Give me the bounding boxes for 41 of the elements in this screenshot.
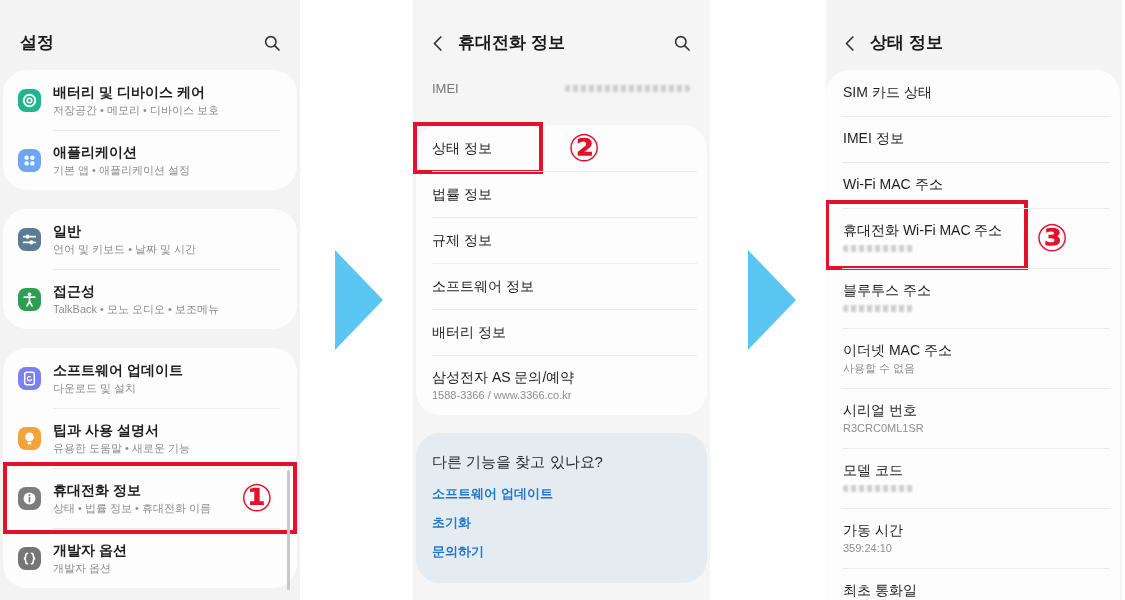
menu-item[interactable]: 애플리케이션 기본 앱 • 애플리케이션 설정 — [18, 142, 191, 178]
menu-item[interactable]: 소프트웨어 정보 — [432, 277, 534, 295]
suggestion-link[interactable]: 초기화 — [432, 508, 471, 537]
arrow-icon — [748, 250, 796, 350]
list-item[interactable]: 블루투스 주소 — [843, 282, 931, 312]
step-number: ② — [568, 129, 601, 167]
menu-item[interactable]: 삼성전자 AS 문의/예약 1588-3366 / www.3366.co.kr — [432, 367, 575, 403]
list-item[interactable]: 휴대전화 Wi-Fi MAC 주소 — [843, 222, 1003, 252]
suggestion-heading: 다른 기능을 찾고 있나요? — [432, 452, 603, 472]
suggestion-link[interactable]: 소프트웨어 업데이트 — [432, 479, 553, 508]
imei-label: IMEI — [432, 80, 459, 96]
menu-item[interactable]: 배터리 정보 — [432, 323, 506, 341]
menu-item[interactable]: 휴대전화 정보 상태 • 법률 정보 • 휴대전화 이름 — [18, 480, 212, 516]
menu-item[interactable]: 상태 정보 — [432, 139, 492, 157]
suggestion-link[interactable]: 문의하기 — [432, 537, 484, 566]
list-item[interactable]: 최초 통화일 — [843, 582, 917, 599]
menu-item[interactable]: 소프트웨어 업데이트 다운로드 및 설치 — [18, 360, 183, 396]
menu-item[interactable]: 개발자 옵션 개발자 옵션 — [18, 540, 127, 576]
list-item[interactable]: 이더넷 MAC 주소 사용할 수 없음 — [843, 342, 952, 376]
screen-title: 상태 정보 — [870, 32, 943, 54]
list-item[interactable]: IMEI 정보 — [843, 130, 904, 147]
step-number: ① — [240, 479, 273, 517]
menu-item[interactable]: 일반 언어 및 키보드 • 날짜 및 시간 — [18, 221, 197, 257]
screen-title: 휴대전화 정보 — [458, 32, 565, 54]
list-item[interactable]: 가동 시간 359:24:10 — [843, 522, 903, 556]
search-icon[interactable] — [264, 35, 280, 51]
menu-item[interactable]: 팁과 사용 설명서 유용한 도움말 • 새로운 기능 — [18, 420, 191, 456]
menu-item[interactable]: 법률 정보 — [432, 185, 492, 203]
back-icon[interactable] — [433, 35, 442, 51]
step-number: ③ — [1036, 219, 1069, 257]
search-icon[interactable] — [674, 35, 690, 51]
menu-item[interactable]: 배터리 및 디바이스 케어 저장공간 • 메모리 • 디바이스 보호 — [18, 82, 219, 118]
list-item[interactable]: Wi-Fi MAC 주소 — [843, 176, 943, 193]
menu-item[interactable]: 접근성 TalkBack • 모노 오디오 • 보조메뉴 — [18, 281, 219, 317]
arrow-icon — [335, 250, 383, 350]
back-icon[interactable] — [845, 35, 854, 51]
screen-title: 설정 — [20, 32, 54, 54]
list-item[interactable]: 시리얼 번호 R3CRC0ML1SR — [843, 402, 924, 436]
list-item[interactable]: 모델 코드 — [843, 462, 913, 492]
menu-item[interactable]: 규제 정보 — [432, 231, 492, 249]
list-item[interactable]: SIM 카드 상태 — [843, 84, 932, 101]
